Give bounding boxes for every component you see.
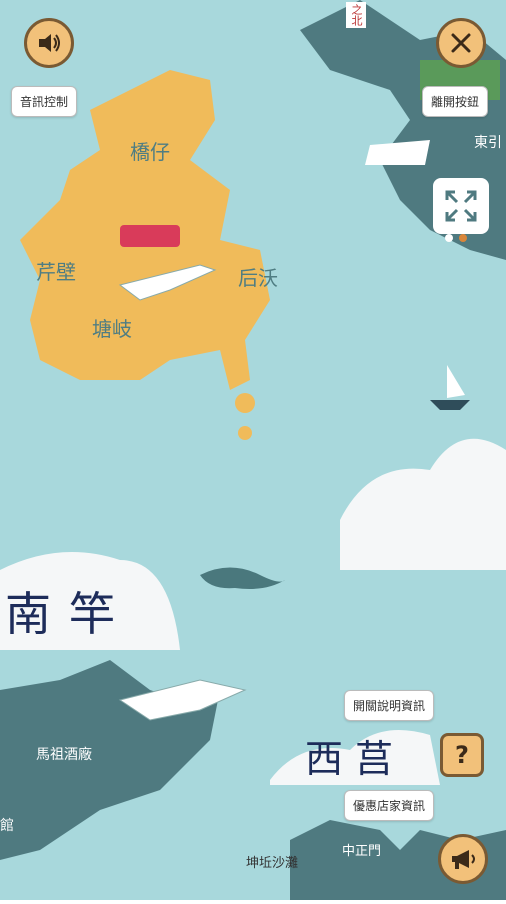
expand-icon [445,190,477,222]
place-furbi: 芹壁 [36,260,76,284]
help-button[interactable]: ? [440,733,484,777]
megaphone-icon [452,850,475,869]
audio-tooltip: 音訊控制 [11,86,78,117]
place-tangqi: 塘岐 [92,317,132,341]
close-icon [451,33,471,53]
place-nangan: 南竿 [5,587,133,641]
fullscreen-button[interactable] [433,178,489,234]
map-view[interactable]: 橋仔 芹壁 后沃 塘岐 南竿 西莒 馬祖酒廠 館 坤坵沙灘 中正門 東引 之北 [0,0,506,900]
place-zhongzheng-gate: 中正門 [342,844,382,859]
place-kunqiu-beach: 坤坵沙灘 [246,856,299,871]
place-houwo: 后沃 [238,266,278,290]
place-north-partial: 之北 [346,2,366,28]
place-dongyin-partial: 東引 [474,135,502,151]
question-icon: ? [455,741,469,769]
shops-button[interactable] [438,834,488,884]
exit-tooltip: 離開按鈕 [422,86,489,117]
shops-tooltip: 優惠店家資訊 [344,790,435,821]
place-winery: 馬祖酒廠 [36,747,92,763]
exit-button[interactable] [436,18,486,68]
page-indicator [445,234,467,242]
place-hall-partial: 館 [0,818,14,834]
about-tooltip: 開關說明資訊 [344,690,435,721]
audio-button[interactable] [24,18,74,68]
place-qiaozi: 橋仔 [130,140,170,164]
speaker-icon [39,34,60,52]
place-xiju: 西莒 [305,737,406,781]
page-dot-2[interactable] [459,234,467,242]
map-illustration [0,0,506,900]
page-dot-1[interactable] [445,234,453,242]
